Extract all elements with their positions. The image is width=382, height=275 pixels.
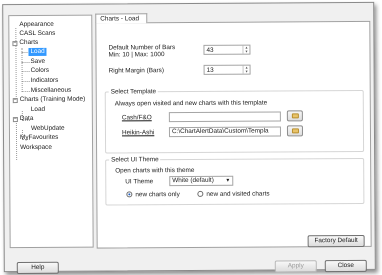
help-button[interactable]: Help bbox=[16, 261, 59, 275]
tab-charts-load[interactable]: Charts - Load bbox=[95, 13, 148, 24]
folder-icon bbox=[291, 113, 299, 119]
ui-theme-value: White (default) bbox=[172, 176, 214, 185]
tree-item-appearance[interactable]: Appearance bbox=[19, 21, 54, 29]
heikin-ashi-template-field[interactable]: C:\ChartAlertData\Custom\Templa bbox=[168, 126, 281, 138]
radio-new-and-visited-label[interactable]: new and visited charts bbox=[206, 191, 269, 198]
collapse-data-icon[interactable]: − bbox=[12, 116, 18, 123]
theme-group-title: Select UI Theme bbox=[109, 156, 161, 164]
heikin-ashi-browse-button[interactable] bbox=[286, 125, 303, 137]
tree-item-charts-miscellaneous[interactable]: Miscellaneous bbox=[31, 87, 72, 95]
tab-label: Charts - Load bbox=[100, 15, 140, 23]
right-margin-value: 13 bbox=[206, 66, 214, 74]
tree-item-training-load[interactable]: Load bbox=[31, 106, 45, 114]
radio-new-charts-only[interactable] bbox=[126, 191, 133, 198]
tree-item-workspace[interactable]: Workspace bbox=[20, 144, 52, 152]
ui-theme-select[interactable]: White (default) ▼ bbox=[169, 175, 234, 187]
bars-value: 43 bbox=[206, 46, 214, 54]
factory-default-button[interactable]: Factory Default bbox=[307, 234, 365, 248]
theme-description: Open charts with this theme bbox=[115, 166, 195, 175]
settings-panel: Default Number of Bars Min: 10 | Max: 10… bbox=[95, 20, 372, 249]
bars-stepper[interactable]: 43 ▲ ▼ bbox=[203, 44, 251, 55]
collapse-training-mode-icon[interactable]: − bbox=[12, 97, 18, 104]
right-margin-down-icon[interactable]: ▼ bbox=[244, 70, 250, 74]
bars-down-icon[interactable]: ▼ bbox=[243, 50, 249, 54]
options-dialog: Appearance CASL Scans − Charts Load Save… bbox=[2, 1, 376, 275]
tree-item-charts[interactable]: Charts bbox=[19, 39, 38, 47]
bars-range-label: Min: 10 | Max: 1000 bbox=[108, 51, 165, 59]
folder-icon bbox=[291, 128, 299, 134]
tree-item-charts-load[interactable]: Load bbox=[28, 47, 47, 56]
cash-template-field[interactable] bbox=[168, 111, 281, 123]
template-group-title: Select Template bbox=[108, 88, 159, 96]
template-description: Always open visited and new charts with … bbox=[114, 99, 268, 108]
tree-item-data[interactable]: Data bbox=[20, 115, 34, 123]
right-margin-label: Right Margin (Bars) bbox=[108, 67, 165, 75]
tree-item-charts-colors[interactable]: Colors bbox=[31, 67, 50, 75]
apply-button[interactable]: Apply bbox=[274, 260, 317, 273]
cash-browse-button[interactable] bbox=[286, 110, 303, 122]
cash-label: Cash/F&O bbox=[121, 114, 152, 122]
ui-theme-label: UI Theme bbox=[125, 178, 154, 186]
chevron-down-icon: ▼ bbox=[225, 177, 231, 184]
tree-item-myfavourites[interactable]: MyFavourites bbox=[20, 134, 58, 142]
options-tree[interactable]: Appearance CASL Scans − Charts Load Save… bbox=[8, 14, 94, 249]
radio-new-and-visited[interactable] bbox=[197, 190, 204, 197]
right-margin-stepper[interactable]: 13 ▲ ▼ bbox=[203, 64, 251, 75]
close-button[interactable]: Close bbox=[324, 259, 367, 273]
radio-new-charts-only-label[interactable]: new charts only bbox=[135, 191, 179, 198]
tree-item-charts-training-mode[interactable]: Charts (Training Mode) bbox=[20, 96, 86, 104]
collapse-charts-icon[interactable]: − bbox=[12, 40, 18, 47]
tree-item-charts-indicators[interactable]: Indicators bbox=[31, 77, 59, 85]
tree-item-webupdate[interactable]: WebUpdate bbox=[31, 125, 65, 133]
heikin-ashi-label: Heikin-Ashi bbox=[121, 129, 155, 137]
tree-item-charts-save[interactable]: Save bbox=[31, 58, 46, 66]
tree-item-casl-scans[interactable]: CASL Scans bbox=[19, 30, 55, 38]
